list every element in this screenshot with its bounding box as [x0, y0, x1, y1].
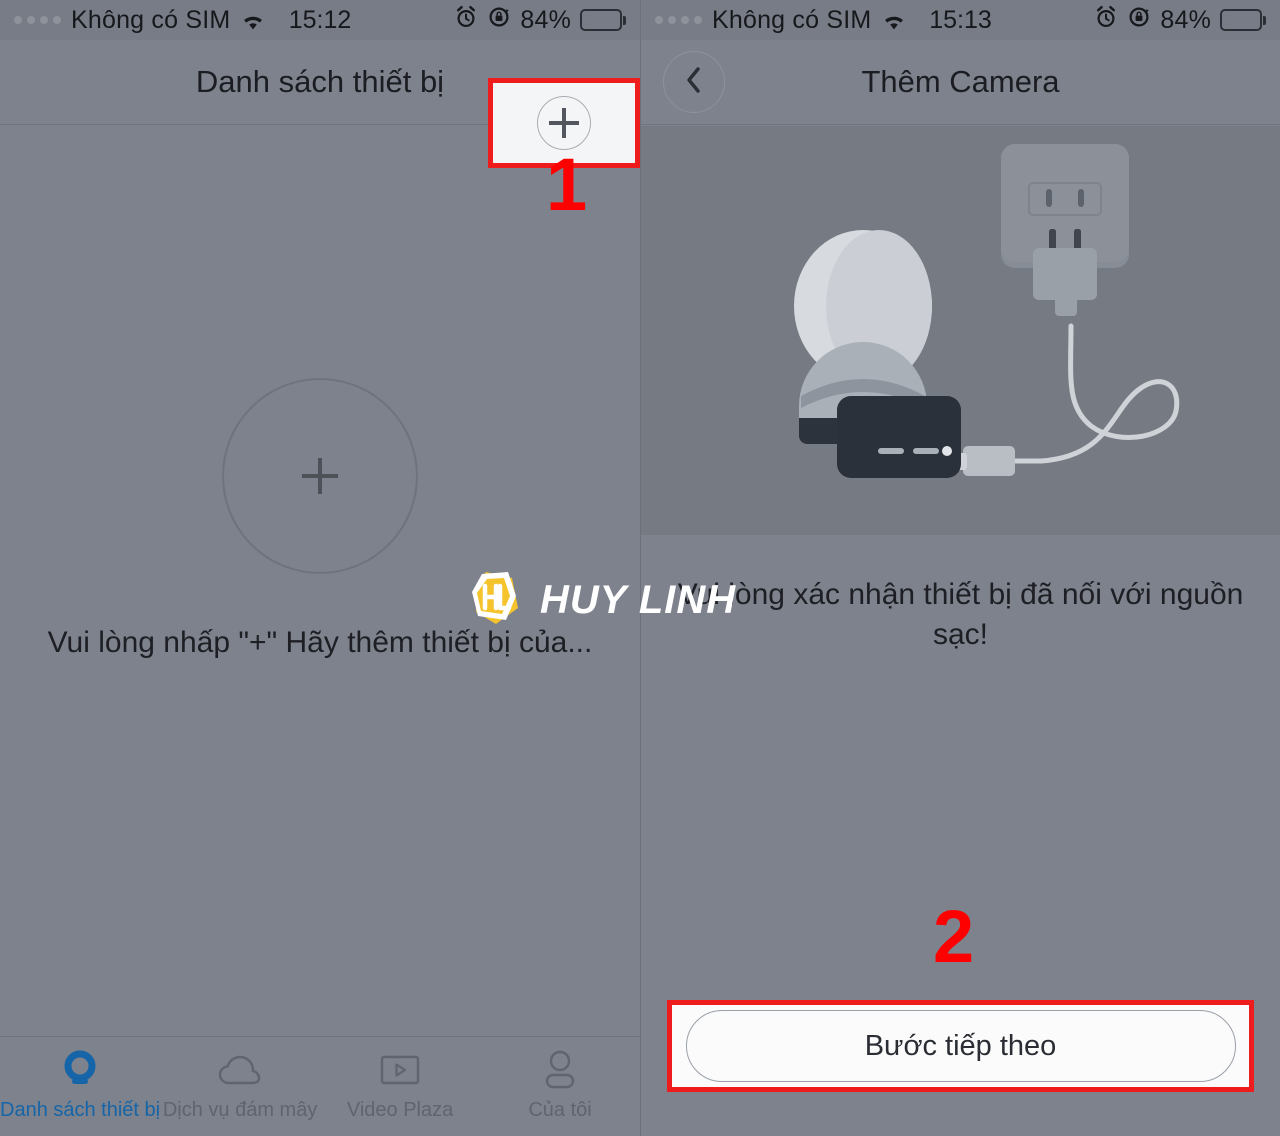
tab-video-plaza[interactable]: Video Plaza [320, 1047, 480, 1122]
tab-cloud-service[interactable]: Dịch vụ đám mây [160, 1047, 320, 1122]
chevron-left-icon [681, 65, 707, 100]
next-step-button[interactable]: Bước tiếp theo [685, 1010, 1236, 1082]
device-list-screen: Không có SIM 15:12 84% Danh sách thiết b… [0, 0, 640, 1136]
camera-charging-illustration [641, 126, 1280, 535]
back-button[interactable] [663, 51, 725, 113]
page-title: Danh sách thiết bị [195, 64, 445, 99]
tab-label: Danh sách thiết bị [0, 1099, 161, 1121]
add-camera-screen: Không có SIM 15:13 84% Thêm Camera Vui l… [640, 0, 1280, 1136]
status-left-group: Không có SIM [655, 6, 907, 35]
status-bar-left: Không có SIM 15:12 84% [0, 0, 640, 40]
navbar-right: Thêm Camera [641, 40, 1280, 125]
status-right-group: 84% [454, 5, 626, 36]
tab-my-account[interactable]: Của tôi [480, 1047, 640, 1122]
status-bar-right: Không có SIM 15:13 84% [641, 0, 1280, 40]
status-left-group: Không có SIM [14, 6, 266, 35]
bottom-tab-bar: Danh sách thiết bị Dịch vụ đám mây Video… [0, 1036, 640, 1136]
carrier-label: Không có SIM [712, 5, 872, 34]
battery-icon [580, 9, 626, 31]
tab-label: Của tôi [528, 1099, 592, 1121]
camera-icon [58, 1047, 102, 1093]
video-play-icon [378, 1047, 422, 1093]
wifi-icon [240, 10, 266, 30]
next-step-button-highlight[interactable]: Bước tiếp theo [667, 1000, 1254, 1092]
add-device-placeholder-button[interactable] [222, 378, 418, 574]
alarm-clock-icon [1094, 5, 1118, 36]
wifi-icon [881, 10, 907, 30]
battery-icon [1220, 9, 1266, 31]
person-icon [538, 1047, 582, 1093]
tab-label: Dịch vụ đám mây [162, 1099, 318, 1121]
status-right-group: 84% [1094, 5, 1266, 36]
battery-percent-label: 84% [520, 5, 571, 34]
empty-state-area: Vui lòng nhấp "+" Hãy thêm thiết bị của.… [0, 126, 640, 1036]
alarm-clock-icon [454, 5, 478, 36]
page-title: Thêm Camera [861, 64, 1060, 99]
battery-percent-label: 84% [1160, 5, 1211, 34]
signal-dots-icon [655, 16, 702, 24]
plus-icon [302, 458, 338, 494]
rotation-lock-icon [487, 5, 511, 36]
carrier-label: Không có SIM [71, 5, 231, 34]
tab-device-list[interactable]: Danh sách thiết bị [0, 1047, 160, 1122]
cloud-icon [216, 1047, 264, 1093]
signal-dots-icon [14, 16, 61, 24]
rotation-lock-icon [1127, 5, 1151, 36]
navbar-left: Danh sách thiết bị [0, 40, 640, 168]
empty-state-message: Vui lòng nhấp "+" Hãy thêm thiết bị của.… [47, 626, 593, 659]
step-marker-2: 2 [933, 895, 975, 978]
tab-label: Video Plaza [346, 1099, 454, 1121]
two-phone-screenshots: Không có SIM 15:12 84% Danh sách thiết b… [0, 0, 1280, 1136]
instruction-message: Vui lòng xác nhận thiết bị đã nối với ng… [677, 578, 1244, 651]
